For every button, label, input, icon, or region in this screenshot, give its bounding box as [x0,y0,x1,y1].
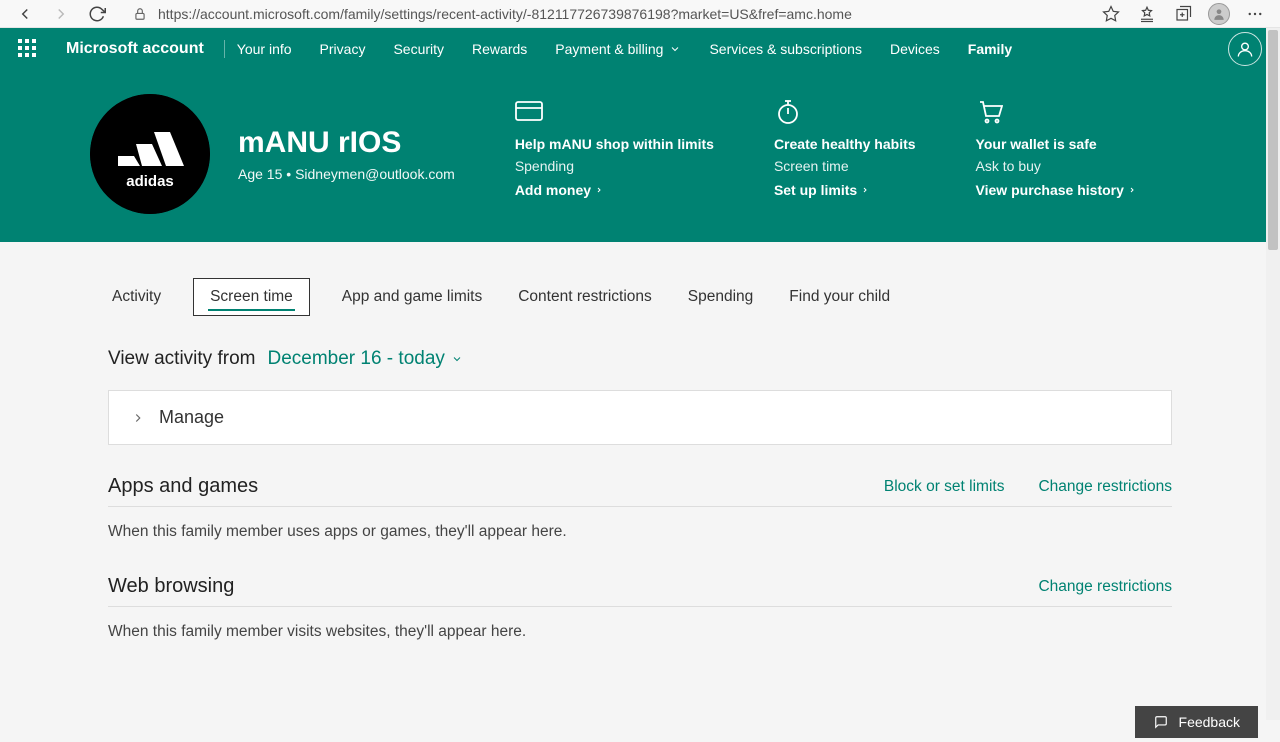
nav-privacy[interactable]: Privacy [320,28,366,70]
stopwatch-icon [774,98,802,126]
tab-screen-time[interactable]: Screen time [193,278,310,316]
profile-hero: adidas mANU rIOS Age 15 • Sidneymen@outl… [0,70,1280,242]
block-set-limits-link[interactable]: Block or set limits [884,478,1005,496]
chevron-right-icon [595,184,603,196]
section-apps-games: Apps and games Block or set limits Chang… [108,475,1172,541]
scrollbar-thumb[interactable] [1268,30,1278,250]
profile-identity: adidas mANU rIOS Age 15 • Sidneymen@outl… [90,94,455,214]
hero-card-sub: Spending [515,158,714,174]
hero-card-wallet: Your wallet is safe Ask to buy View purc… [976,98,1136,214]
section-header: Web browsing Change restrictions [108,575,1172,607]
nav-security[interactable]: Security [393,28,444,70]
manage-expander[interactable]: Manage [108,390,1172,445]
profile-avatar: adidas [90,94,210,214]
cart-icon [976,98,1004,126]
favorites-list-button[interactable] [1136,3,1158,25]
nav-payment[interactable]: Payment & billing [555,28,681,70]
view-purchase-history-link[interactable]: View purchase history [976,182,1136,198]
hero-card-spending: Help mANU shop within limits Spending Ad… [515,98,714,214]
browser-toolbar: https://account.microsoft.com/family/set… [0,0,1280,28]
tab-activity[interactable]: Activity [108,278,165,316]
hero-card-title: Help mANU shop within limits [515,136,714,154]
feedback-button[interactable]: Feedback [1135,706,1258,738]
chevron-down-icon [451,353,463,365]
refresh-button[interactable] [86,3,108,25]
profile-email: Sidneymen@outlook.com [295,166,455,182]
back-button[interactable] [14,3,36,25]
address-bar[interactable]: https://account.microsoft.com/family/set… [122,6,1086,22]
main-content: Activity Screen time App and game limits… [0,242,1280,742]
add-money-link[interactable]: Add money [515,182,603,198]
app-launcher-icon[interactable] [18,39,38,59]
browser-right-controls [1100,3,1266,25]
collections-button[interactable] [1172,3,1194,25]
hero-card-title: Create healthy habits [774,136,916,154]
section-title: Web browsing [108,575,234,598]
site-header: Microsoft account Your info Privacy Secu… [0,28,1280,70]
tab-content-restrictions[interactable]: Content restrictions [514,278,656,316]
hero-card-sub: Ask to buy [976,158,1136,174]
change-restrictions-link[interactable]: Change restrictions [1038,478,1172,496]
url-text: https://account.microsoft.com/family/set… [158,6,852,22]
hero-card-screen-time: Create healthy habits Screen time Set up… [774,98,916,214]
change-restrictions-link[interactable]: Change restrictions [1038,578,1172,596]
browser-profile-avatar[interactable] [1208,3,1230,25]
nav-devices[interactable]: Devices [890,28,940,70]
top-nav: Your info Privacy Security Rewards Payme… [237,28,1228,70]
manage-label: Manage [159,407,224,428]
profile-name-block: mANU rIOS Age 15 • Sidneymen@outlook.com [238,126,455,182]
chevron-right-icon [1128,184,1136,196]
view-activity-row: View activity from December 16 - today [108,348,1172,370]
tab-find-child[interactable]: Find your child [785,278,894,316]
set-up-limits-link[interactable]: Set up limits [774,182,869,198]
favorite-button[interactable] [1100,3,1122,25]
lock-icon [132,6,148,22]
date-range-selector[interactable]: December 16 - today [267,348,462,370]
section-web-browsing: Web browsing Change restrictions When th… [108,575,1172,641]
browser-menu-button[interactable] [1244,3,1266,25]
credit-card-icon [515,98,543,126]
nav-payment-label: Payment & billing [555,41,663,57]
nav-your-info[interactable]: Your info [237,28,292,70]
tab-spending[interactable]: Spending [684,278,758,316]
hero-card-sub: Screen time [774,158,916,174]
avatar-brand-text: adidas [126,173,174,190]
hero-card-title: Your wallet is safe [976,136,1136,154]
hero-cards: Help mANU shop within limits Spending Ad… [515,94,1190,214]
apps-empty-text: When this family member uses apps or gam… [108,523,1172,541]
family-tabs: Activity Screen time App and game limits… [108,278,1172,316]
tab-app-limits[interactable]: App and game limits [338,278,486,316]
chat-icon [1153,715,1169,729]
nav-family[interactable]: Family [968,28,1012,70]
chevron-down-icon [669,43,681,55]
brand-label[interactable]: Microsoft account [66,40,225,58]
profile-subline: Age 15 • Sidneymen@outlook.com [238,166,455,182]
chevron-right-icon [861,184,869,196]
view-activity-label: View activity from [108,348,255,370]
nav-rewards[interactable]: Rewards [472,28,527,70]
web-empty-text: When this family member visits websites,… [108,623,1172,641]
forward-button [50,3,72,25]
section-title: Apps and games [108,475,258,498]
profile-name: mANU rIOS [238,126,455,160]
profile-age: Age 15 [238,166,282,182]
account-avatar-button[interactable] [1228,32,1262,66]
chevron-right-icon [131,411,145,425]
vertical-scrollbar[interactable] [1266,28,1280,720]
section-header: Apps and games Block or set limits Chang… [108,475,1172,507]
nav-services[interactable]: Services & subscriptions [709,28,862,70]
